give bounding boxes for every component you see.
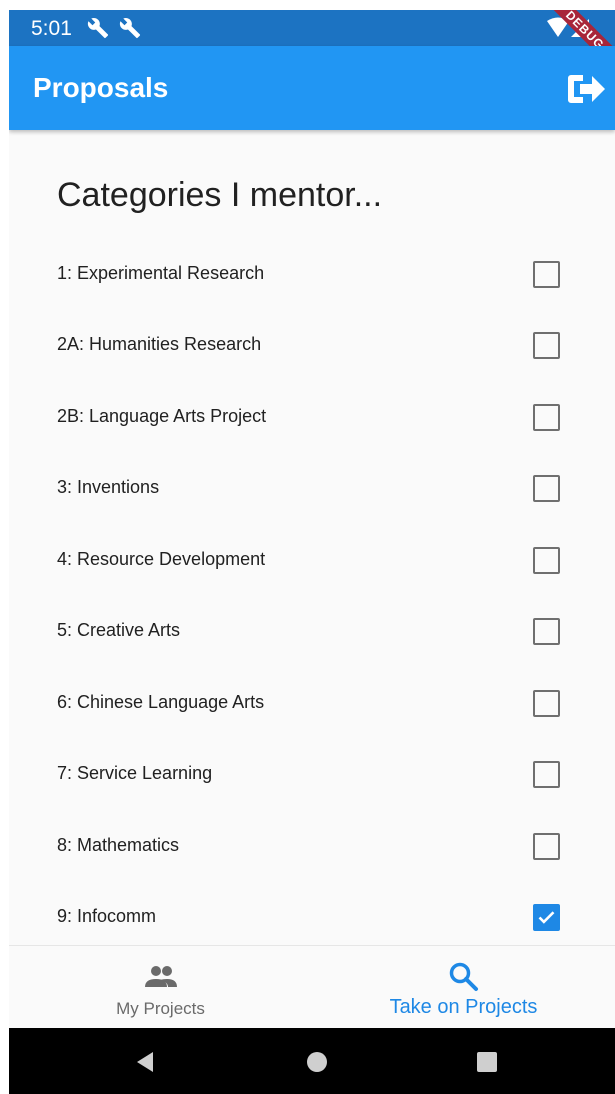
category-checkbox[interactable]	[533, 261, 560, 288]
category-checkbox[interactable]	[533, 332, 560, 359]
section-title: Categories I mentor...	[57, 176, 383, 214]
system-navigation-bar	[9, 1028, 615, 1094]
list-item[interactable]: 3: Inventions	[9, 451, 615, 523]
category-label: 8: Mathematics	[57, 835, 180, 855]
list-item[interactable]: 9: Infocomm	[9, 880, 615, 952]
category-label: 7: Service Learning	[57, 763, 213, 783]
nav-my-projects[interactable]: My Projects	[9, 946, 312, 1029]
category-checkbox[interactable]	[533, 833, 560, 860]
category-checkbox[interactable]	[533, 690, 560, 717]
category-checkbox[interactable]	[533, 618, 560, 645]
nav-take-on-projects[interactable]: Take on Projects	[312, 946, 615, 1029]
people-icon	[144, 966, 177, 987]
category-label: 5: Creative Arts	[57, 620, 181, 640]
app-bar: Proposals	[9, 46, 615, 130]
nav-label: Take on Projects	[389, 996, 538, 1018]
category-label: 3: Inventions	[57, 477, 160, 497]
category-checkbox[interactable]	[533, 761, 560, 788]
category-checkbox[interactable]	[533, 904, 560, 931]
list-item[interactable]: 8: Mathematics	[9, 809, 615, 881]
list-item[interactable]: 6: Chinese Language Arts	[9, 666, 615, 738]
wrench-icon	[119, 18, 141, 39]
category-label: 9: Infocomm	[57, 906, 157, 926]
list-item[interactable]: 1: Experimental Research	[9, 237, 615, 309]
nav-label: My Projects	[116, 999, 205, 1018]
status-time: 5:01	[31, 17, 72, 40]
app-title: Proposals	[33, 72, 169, 103]
list-item[interactable]: 4: Resource Development	[9, 523, 615, 595]
back-icon[interactable]	[133, 1050, 157, 1074]
list-item[interactable]: 2B: Language Arts Project	[9, 380, 615, 452]
list-item[interactable]: 2A: Humanities Research	[9, 308, 615, 380]
category-checkbox[interactable]	[533, 475, 560, 502]
category-label: 2A: Humanities Research	[57, 334, 262, 354]
status-bar: 5:01 DEBUG	[9, 10, 615, 79]
bottom-navigation: My Projects Take on Projects	[9, 945, 615, 1028]
category-label: 2B: Language Arts Project	[57, 406, 267, 426]
check-icon	[538, 911, 555, 924]
list-item[interactable]: 7: Service Learning	[9, 737, 615, 809]
search-icon	[449, 962, 478, 991]
phone-screen: 5:01 DEBUG Proposals Categories I mentor…	[9, 10, 615, 1094]
category-checkbox[interactable]	[533, 547, 560, 574]
category-label: 4: Resource Development	[57, 549, 266, 569]
wrench-icon	[87, 18, 109, 39]
logout-icon[interactable]	[567, 72, 607, 106]
category-list: Categories I mentor... 1: Experimental R…	[9, 130, 615, 945]
home-icon[interactable]	[305, 1050, 329, 1074]
list-item[interactable]: 5: Creative Arts	[9, 594, 615, 666]
recents-icon[interactable]	[475, 1050, 499, 1074]
category-label: 1: Experimental Research	[57, 263, 265, 283]
category-checkbox[interactable]	[533, 404, 560, 431]
category-label: 6: Chinese Language Arts	[57, 692, 265, 712]
